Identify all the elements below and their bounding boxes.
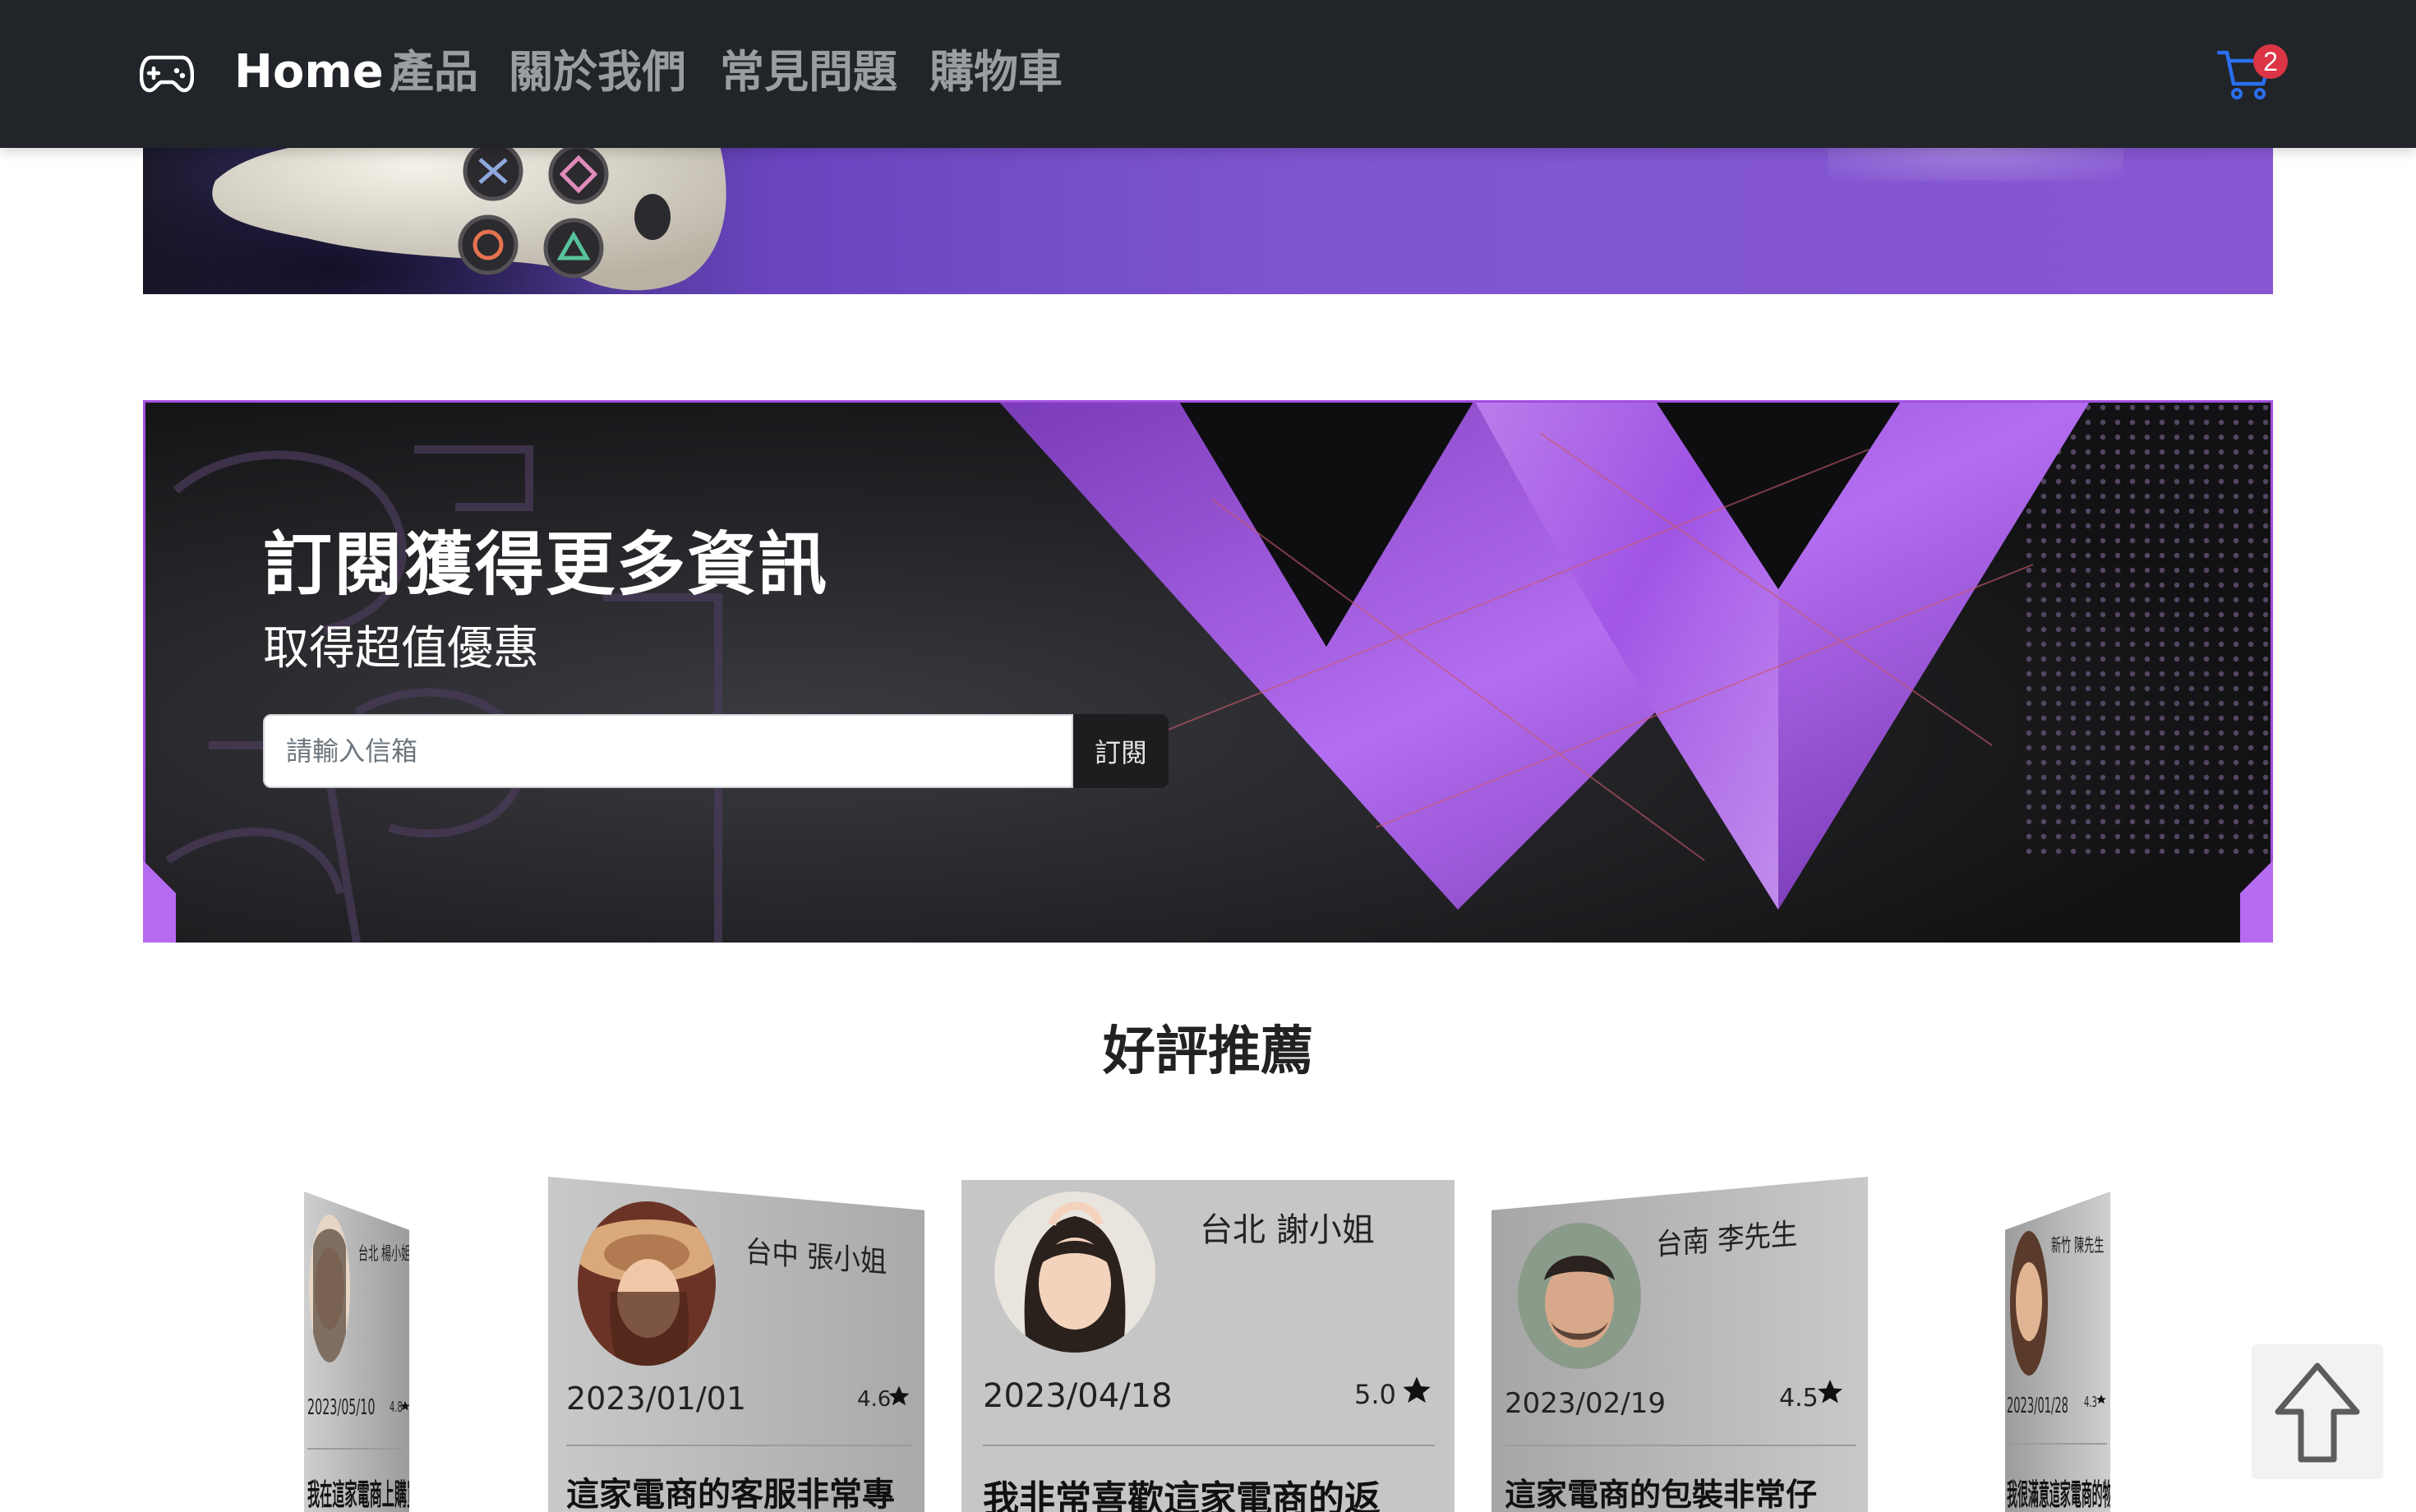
nav-link-products[interactable]: 產品 [390,39,478,105]
review-excerpt: 這家電商的包裝非常仔 [1505,1477,1818,1512]
reviewer-name: 台中 張小姐 [745,1235,888,1280]
reviewer-name: 台北 謝小姐 [1200,1211,1375,1249]
gamepad-icon[interactable] [140,48,194,97]
nav-link-about[interactable]: 關於我們 [509,39,686,105]
review-rating: 5.0 [1354,1379,1396,1410]
reviewer-name: 新竹 陳先生 [2051,1236,2105,1256]
subscribe-banner: 訂閱獲得更多資訊 取得超值優惠 訂閱 [143,400,2273,943]
review-excerpt: 我在這家電商上購買的產 [307,1478,409,1512]
review-excerpt: 我很滿意這家電商的物流 [2007,1478,2110,1512]
review-rating: 4.5 [1779,1384,1819,1413]
star-icon [2096,1394,2106,1404]
top-navbar: Home 產品 關於我們 常見問題 購物車 2 [0,0,2416,148]
reviewer-avatar [578,1201,716,1366]
reviewer-avatar [309,1215,350,1362]
card-divider [566,1445,911,1446]
review-date: 2023/02/19 [1505,1387,1666,1420]
reviewer-name: 台北 楊小姐 [358,1244,409,1265]
cart-count-badge: 2 [2253,44,2288,79]
card-divider [1505,1445,1856,1446]
review-card[interactable]: 台南 李先生 2023/02/19 4.5 這家電商的包裝非常仔 [1492,1177,1868,1512]
back-to-top-button[interactable] [2252,1344,2383,1479]
reviewer-avatar [1518,1223,1641,1369]
star-icon [400,1401,409,1411]
star-icon [888,1385,910,1406]
nav-link-cart[interactable]: 購物車 [929,39,1063,105]
card-divider [2008,1443,2107,1445]
review-date: 2023/05/10 [307,1395,376,1420]
review-card[interactable]: 台北 楊小姐 2023/05/10 4.8 我在這家電商上購買的產 [304,1192,409,1512]
email-input[interactable] [263,714,1073,788]
hero-banner-image [143,148,2273,294]
reviewer-avatar [2010,1231,2048,1376]
star-icon [1818,1380,1842,1404]
review-card[interactable]: 台北 謝小姐 2023/04/18 5.0 我非常喜歡這家電商的返 [961,1180,1455,1512]
review-excerpt: 我非常喜歡這家電商的返 [983,1478,1381,1512]
subscribe-button[interactable]: 訂閱 [1073,714,1169,788]
subscribe-title: 訂閱獲得更多資訊 [263,524,829,605]
reviewer-name: 台南 李先生 [1656,1217,1798,1262]
star-icon [1403,1376,1431,1403]
arrow-up-icon [2275,1362,2360,1463]
review-date: 2023/01/28 [2007,1394,2068,1418]
reviews-section-title: 好評推薦 [1103,1021,1313,1082]
review-excerpt: 這家電商的客服非常專 [566,1476,895,1512]
review-card[interactable]: 台中 張小姐 2023/01/01 4.6 這家電商的客服非常專 [548,1177,924,1512]
nav-home-link[interactable]: Home [234,39,384,105]
review-date: 2023/01/01 [566,1381,747,1417]
nav-link-faq[interactable]: 常見問題 [720,39,897,105]
reviewer-avatar [994,1192,1155,1353]
card-divider [983,1445,1435,1446]
subscribe-subtitle: 取得超值優惠 [263,622,539,675]
review-date: 2023/04/18 [983,1377,1173,1415]
card-divider [307,1448,406,1450]
review-card[interactable]: 新竹 陳先生 2023/01/28 4.3 我很滿意這家電商的物流 [2005,1192,2110,1512]
